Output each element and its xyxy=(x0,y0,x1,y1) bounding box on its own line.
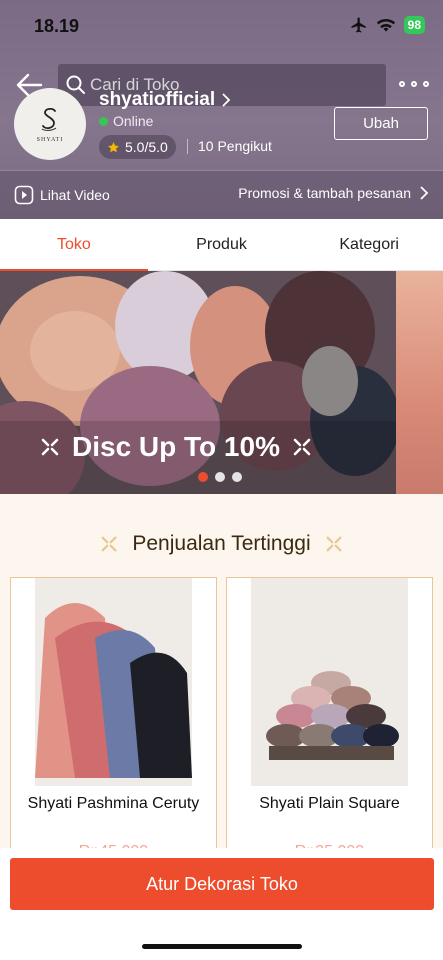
tab-kategori[interactable]: Kategori xyxy=(295,219,443,270)
watch-video-link[interactable]: Lihat Video xyxy=(14,185,110,205)
battery-indicator: 98 xyxy=(403,16,425,34)
next-banner-preview xyxy=(396,271,443,494)
more-dot-icon xyxy=(423,81,429,87)
shop-header: 18.19 98 SHYATI shyatiofficial Online 5.… xyxy=(0,0,443,219)
carousel-dot[interactable] xyxy=(232,472,242,482)
carousel-dot[interactable] xyxy=(198,472,208,482)
shop-name[interactable]: shyatiofficial xyxy=(99,89,231,111)
status-icons: 98 xyxy=(350,16,425,34)
promo-link[interactable]: Promosi & tambah pesanan xyxy=(238,185,429,201)
divider xyxy=(187,139,188,154)
online-status-text: Online xyxy=(113,113,154,129)
followers-count[interactable]: 10 Pengikut xyxy=(198,138,272,154)
decorate-shop-button[interactable]: Atur Dekorasi Toko xyxy=(10,858,434,910)
wifi-icon xyxy=(376,18,395,32)
airplane-icon xyxy=(351,17,366,33)
online-dot-icon xyxy=(99,116,108,126)
sparkle-icon xyxy=(101,536,117,552)
shyati-logo-icon xyxy=(41,107,57,131)
home-indicator[interactable] xyxy=(142,944,302,949)
video-play-icon xyxy=(14,185,34,205)
promo-banner[interactable]: Disc Up To 10% xyxy=(0,271,443,494)
edit-shop-button[interactable]: Ubah xyxy=(334,107,428,140)
banner-text: Disc Up To 10% xyxy=(72,431,280,462)
section-title: Penjualan Tertinggi xyxy=(0,532,443,556)
product-card[interactable]: Shyati Plain Square Rp35.000 xyxy=(226,577,433,867)
chevron-right-icon xyxy=(420,186,429,200)
more-dot-icon xyxy=(399,81,405,87)
sparkle-icon xyxy=(326,536,342,552)
more-options-button[interactable] xyxy=(399,74,429,94)
tab-toko[interactable]: Toko xyxy=(0,219,148,271)
bottom-bar: Atur Dekorasi Toko xyxy=(0,848,443,960)
sparkle-icon xyxy=(41,438,59,456)
product-image xyxy=(35,578,192,786)
status-time: 18.19 xyxy=(34,16,80,36)
carousel-indicator xyxy=(198,472,242,482)
product-photo xyxy=(251,578,408,786)
video-promo-row: Lihat Video Promosi & tambah pesanan xyxy=(0,171,443,219)
carousel-dot[interactable] xyxy=(215,472,225,482)
best-sellers-section: Penjualan Tertinggi Shyati Pashmina Ceru… xyxy=(0,494,443,867)
promo-label: Promosi & tambah pesanan xyxy=(238,185,411,201)
star-icon xyxy=(108,141,119,152)
search-icon xyxy=(66,75,85,94)
product-card[interactable]: Shyati Pashmina Ceruty Rp45.000 xyxy=(10,577,217,867)
section-title-text: Penjualan Tertinggi xyxy=(132,532,311,555)
rating-text: 5.0/5.0 xyxy=(125,139,168,155)
online-status: Online xyxy=(99,113,153,129)
product-title: Shyati Pashmina Ceruty xyxy=(27,795,200,812)
chevron-right-icon xyxy=(222,93,231,107)
shop-avatar[interactable]: SHYATI xyxy=(14,88,86,160)
product-image xyxy=(251,578,408,786)
tab-produk[interactable]: Produk xyxy=(148,219,296,270)
avatar-brand-text: SHYATI xyxy=(36,137,64,143)
shop-name-text: shyatiofficial xyxy=(99,89,216,110)
status-bar: 18.19 98 xyxy=(0,0,443,54)
watch-video-label: Lihat Video xyxy=(40,187,110,203)
product-photo xyxy=(35,578,192,786)
sparkle-icon xyxy=(293,438,311,456)
product-title: Shyati Plain Square xyxy=(259,795,400,812)
shop-tabs: Toko Produk Kategori xyxy=(0,219,443,271)
more-dot-icon xyxy=(411,81,417,87)
banner-headline: Disc Up To 10% xyxy=(40,431,312,463)
rating-badge[interactable]: 5.0/5.0 xyxy=(99,135,176,159)
